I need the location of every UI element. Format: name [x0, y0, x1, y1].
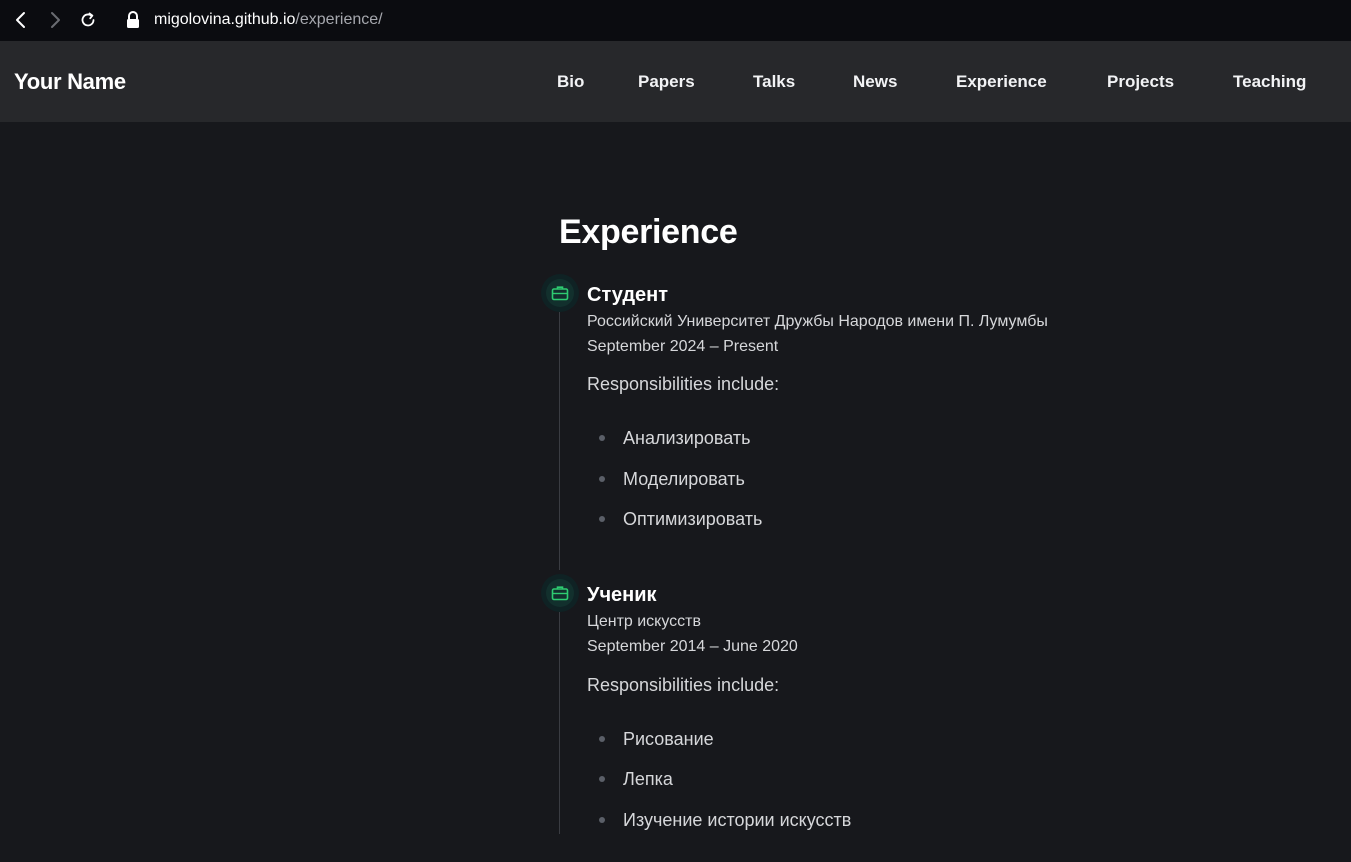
- list-item: Моделировать: [623, 469, 745, 489]
- list-item: Оптимизировать: [623, 509, 763, 529]
- list-item: Изучение истории искусств: [623, 810, 852, 830]
- briefcase-icon: [546, 579, 574, 607]
- nav-link-experience[interactable]: Experience: [956, 71, 1047, 93]
- timeline-line: [559, 312, 560, 570]
- bullet-marker: [599, 435, 605, 441]
- bullet-marker: [599, 817, 605, 823]
- chevron-right-icon[interactable]: [44, 9, 66, 31]
- chevron-left-icon[interactable]: [10, 9, 32, 31]
- job-dates: September 2024 – Present: [587, 338, 779, 355]
- job-dates: September 2014 – June 2020: [587, 638, 798, 655]
- responsibilities-label: Responsibilities include:: [587, 675, 780, 695]
- page-title: Experience: [559, 213, 738, 251]
- nav-link-teaching[interactable]: Teaching: [1233, 71, 1306, 93]
- timeline-marker: [541, 574, 579, 612]
- nav-link-bio[interactable]: Bio: [557, 71, 584, 93]
- job-title: Ученик: [587, 584, 657, 606]
- address-bar[interactable]: migolovina.github.io/experience/: [154, 10, 383, 30]
- timeline-line: [559, 612, 560, 834]
- nav-link-talks[interactable]: Talks: [753, 71, 795, 93]
- briefcase-icon: [546, 279, 574, 307]
- list-item: Рисование: [623, 729, 714, 749]
- job-title: Студент: [587, 284, 669, 306]
- bullet-marker: [599, 516, 605, 522]
- url-path: /experience/: [295, 11, 383, 28]
- bullet-marker: [599, 476, 605, 482]
- reload-icon[interactable]: [77, 9, 99, 31]
- bullet-marker: [599, 736, 605, 742]
- nav-link-news[interactable]: News: [853, 71, 897, 93]
- url-host: migolovina.github.io: [154, 11, 296, 28]
- lock-icon: [124, 10, 142, 30]
- job-organization: Центр искусств: [587, 613, 702, 630]
- timeline-marker: [541, 274, 579, 312]
- list-item: Лепка: [623, 769, 673, 789]
- nav-link-papers[interactable]: Papers: [638, 71, 695, 93]
- site-brand[interactable]: Your Name: [14, 68, 126, 96]
- site-header: Your Name Bio Papers Talks News Experien…: [0, 41, 1351, 122]
- bullet-marker: [599, 776, 605, 782]
- job-organization: Российский Университет Дружбы Народов им…: [587, 313, 1048, 330]
- nav-link-projects[interactable]: Projects: [1107, 71, 1174, 93]
- list-item: Анализировать: [623, 428, 751, 448]
- browser-toolbar: migolovina.github.io/experience/: [0, 0, 1351, 41]
- responsibilities-label: Responsibilities include:: [587, 374, 780, 394]
